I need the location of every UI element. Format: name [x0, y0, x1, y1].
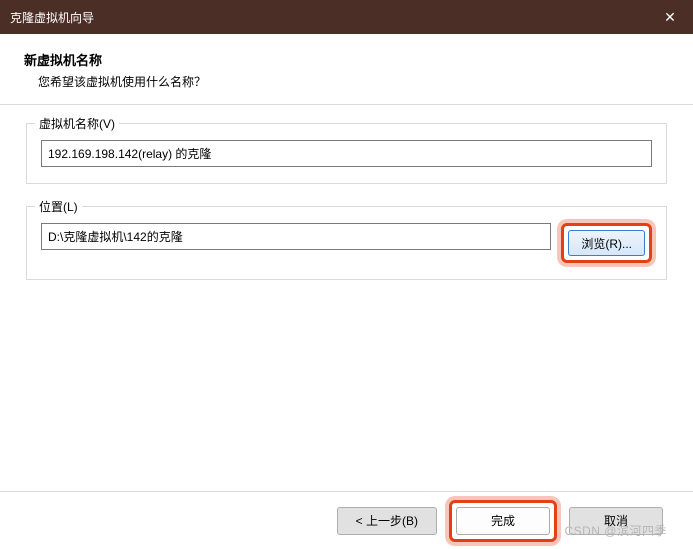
- location-group: 位置(L) 浏览(R)...: [26, 206, 667, 280]
- close-button[interactable]: ✕: [647, 0, 693, 34]
- close-icon: ✕: [664, 9, 676, 26]
- finish-button[interactable]: 完成: [456, 507, 550, 535]
- titlebar: 克隆虚拟机向导 ✕: [0, 0, 693, 34]
- wizard-title: 新虚拟机名称: [24, 50, 669, 69]
- browse-button[interactable]: 浏览(R)...: [568, 230, 645, 256]
- wizard-footer: < 上一步(B) 完成 取消 CSDN @滨河四季: [0, 491, 693, 549]
- vm-name-label: 虚拟机名称(V): [35, 115, 119, 132]
- wizard-body: 虚拟机名称(V) 位置(L) 浏览(R)...: [0, 105, 693, 400]
- highlight-finish: 完成: [449, 500, 557, 542]
- back-button[interactable]: < 上一步(B): [337, 507, 437, 535]
- location-label: 位置(L): [35, 198, 82, 215]
- wizard-header: 新虚拟机名称 您希望该虚拟机使用什么名称？: [0, 34, 693, 105]
- wizard-subtitle: 您希望该虚拟机使用什么名称？: [24, 73, 669, 90]
- vm-name-group: 虚拟机名称(V): [26, 123, 667, 184]
- cancel-button[interactable]: 取消: [569, 507, 663, 535]
- location-input[interactable]: [41, 223, 551, 250]
- window-title: 克隆虚拟机向导: [10, 9, 94, 26]
- vm-name-input[interactable]: [41, 140, 652, 167]
- highlight-browse: 浏览(R)...: [561, 223, 652, 263]
